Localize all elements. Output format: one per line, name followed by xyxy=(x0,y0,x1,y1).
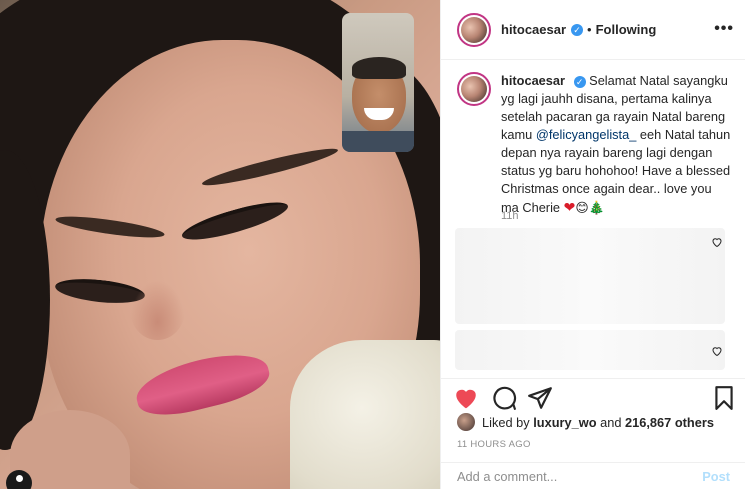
caption-avatar[interactable] xyxy=(457,72,491,106)
liker-username[interactable]: luxury_wo xyxy=(533,415,596,430)
author-username[interactable]: hitocaesar xyxy=(501,22,566,37)
comment-item xyxy=(455,330,725,370)
comment-bubble-icon[interactable] xyxy=(491,385,517,411)
post-panel: hitocaesar ✓ • Following ••• hitocaesar … xyxy=(440,0,745,489)
following-button[interactable]: Following xyxy=(596,22,657,37)
post-media[interactable] xyxy=(0,0,440,489)
header-separator: • xyxy=(587,22,592,37)
comment-input[interactable] xyxy=(457,468,703,484)
caption-text: hitocaesar ✓ Selamat Natal sayangku yg l… xyxy=(501,72,731,217)
comment-like-icon[interactable] xyxy=(711,236,723,248)
caption-username[interactable]: hitocaesar xyxy=(501,73,565,88)
bookmark-icon[interactable] xyxy=(711,385,737,411)
add-comment-bar: Post xyxy=(441,462,745,489)
comment-like-icon[interactable] xyxy=(711,345,723,357)
tree-emoji: 🎄 xyxy=(588,200,605,215)
smile-emoji: 😊 xyxy=(575,200,589,215)
caption-verified-icon: ✓ xyxy=(573,76,586,88)
likes-summary: Liked by luxury_wo and 216,867 others xyxy=(457,413,714,431)
likes-count[interactable]: 216,867 others xyxy=(625,415,714,430)
user-tag-icon[interactable] xyxy=(6,470,32,489)
action-bar xyxy=(441,378,745,414)
post-caption: hitocaesar ✓ Selamat Natal sayangku yg l… xyxy=(457,72,737,217)
verified-badge-icon: ✓ xyxy=(571,23,584,36)
likes-connector: and xyxy=(600,414,622,430)
heart-emoji: ❤ xyxy=(563,199,576,215)
photo-sweater xyxy=(290,340,440,489)
likes-prefix: Liked by xyxy=(482,414,530,430)
comment-item xyxy=(455,228,725,324)
share-paperplane-icon[interactable] xyxy=(527,385,553,411)
heart-filled-icon[interactable] xyxy=(453,385,479,411)
more-options-icon[interactable]: ••• xyxy=(714,20,734,38)
liker-avatar[interactable] xyxy=(457,413,475,431)
post-header: hitocaesar ✓ • Following ••• xyxy=(441,0,745,60)
author-avatar[interactable] xyxy=(457,12,491,47)
video-call-pip xyxy=(342,13,414,152)
caption-time: 11h xyxy=(501,210,519,222)
caption-mention-link[interactable]: @felicyangelista_ xyxy=(536,127,637,142)
post-comment-button[interactable]: Post xyxy=(702,469,730,484)
post-timestamp[interactable]: 11 HOURS AGO xyxy=(457,439,531,450)
